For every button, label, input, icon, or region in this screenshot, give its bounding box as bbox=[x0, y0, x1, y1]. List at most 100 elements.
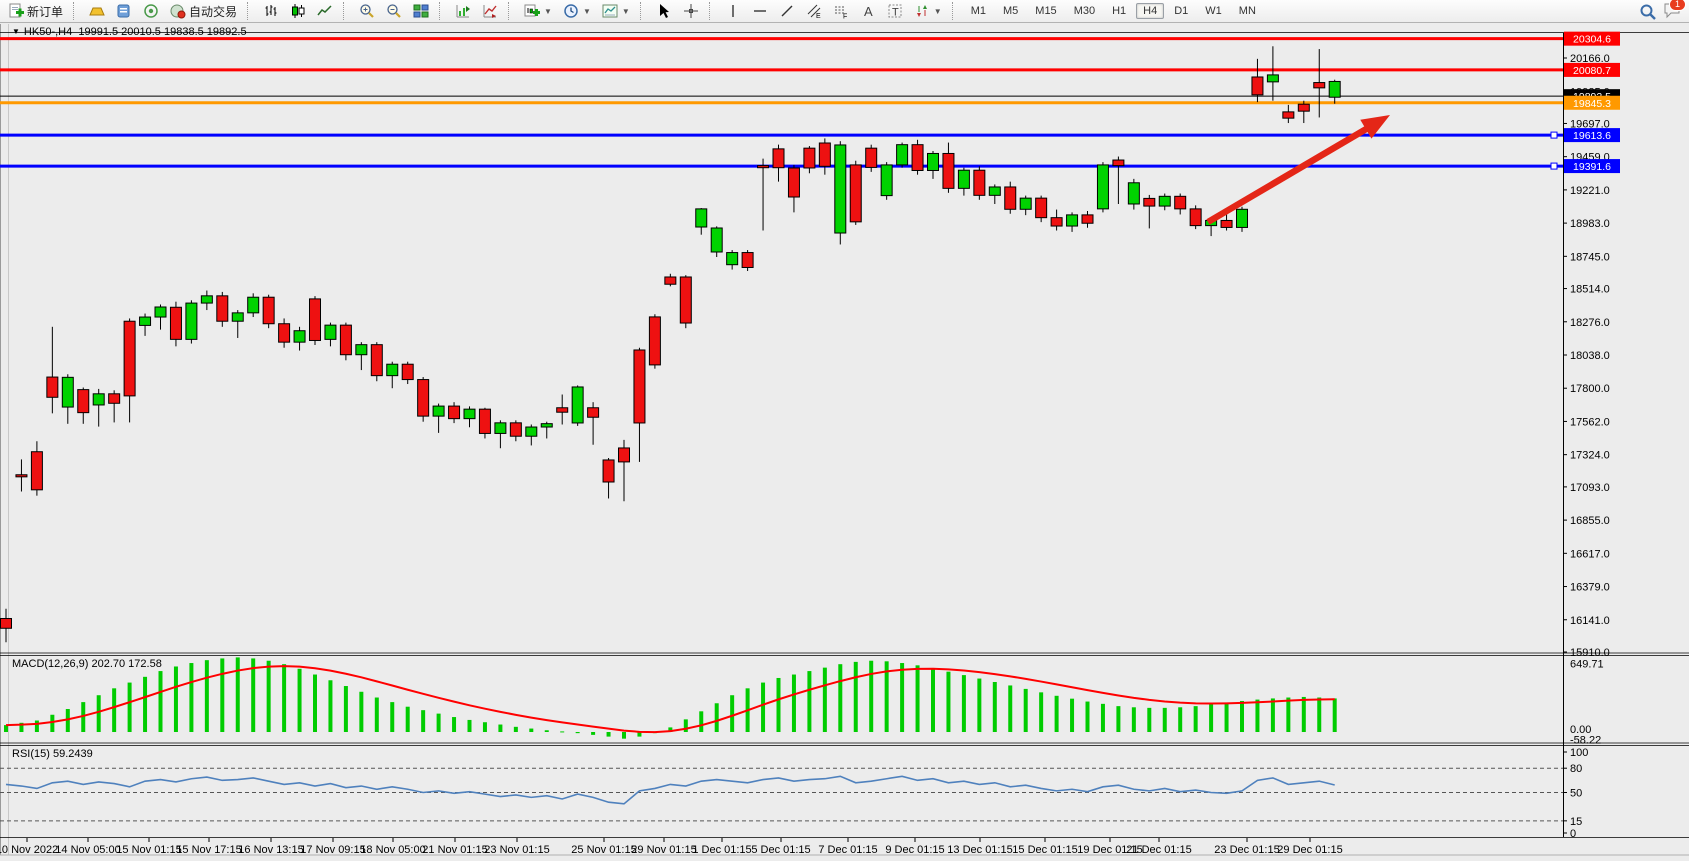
timeframe-w1[interactable]: W1 bbox=[1198, 3, 1229, 19]
chart-title[interactable]: ▼HK50-,H4 19991.5 20010.5 19838.5 19892.… bbox=[12, 26, 247, 38]
time-tick-label: 21 Dec 01:15 bbox=[1126, 844, 1191, 856]
macd-bar bbox=[591, 732, 595, 735]
candle bbox=[850, 161, 861, 225]
candle bbox=[217, 292, 228, 327]
line-handle[interactable] bbox=[1551, 132, 1557, 138]
vertical-line-tool[interactable] bbox=[721, 1, 745, 21]
periods-button[interactable]: ▼ bbox=[559, 1, 595, 21]
macd-bar bbox=[962, 675, 966, 732]
time-axis[interactable]: 10 Nov 202214 Nov 05:0015 Nov 01:1515 No… bbox=[0, 838, 1343, 856]
arrows-tool[interactable]: ▼ bbox=[910, 1, 946, 21]
timeframe-m1[interactable]: M1 bbox=[964, 3, 993, 19]
timeframe-m30[interactable]: M30 bbox=[1067, 3, 1102, 19]
candle bbox=[897, 143, 908, 168]
equidistant-channel-tool[interactable]: E bbox=[802, 1, 826, 21]
level-lines[interactable] bbox=[0, 39, 1563, 166]
candle bbox=[433, 404, 444, 433]
price-axis[interactable]: 20166.019925.019697.019459.019221.018983… bbox=[1563, 53, 1610, 659]
macd-bar bbox=[684, 719, 688, 732]
crosshair-tool[interactable] bbox=[679, 1, 703, 21]
equidistant-channel-icon: E bbox=[806, 3, 822, 19]
macd-bar bbox=[529, 729, 533, 732]
line-chart-icon bbox=[317, 3, 333, 19]
text-tool[interactable]: A bbox=[856, 1, 880, 21]
text-label-tool[interactable]: T bbox=[883, 1, 907, 21]
chevron-down-icon: ▼ bbox=[12, 27, 20, 36]
time-tick-label: 21 Nov 01:15 bbox=[422, 844, 487, 856]
candle bbox=[248, 293, 259, 317]
candle bbox=[835, 141, 846, 244]
template-icon bbox=[602, 3, 618, 19]
zoom-out-button[interactable] bbox=[382, 1, 406, 21]
bars-chart-button[interactable] bbox=[259, 1, 283, 21]
chart-canvas[interactable]: 20166.019925.019697.019459.019221.018983… bbox=[0, 24, 1689, 861]
candles-chart-button[interactable] bbox=[286, 1, 310, 21]
macd-bar bbox=[900, 663, 904, 732]
macd-bar bbox=[838, 664, 842, 732]
macd-bar bbox=[977, 679, 981, 732]
macd-bar bbox=[916, 665, 920, 732]
autotrade-button[interactable]: 自动交易 bbox=[166, 1, 241, 22]
candle bbox=[495, 420, 506, 448]
candle bbox=[263, 295, 274, 328]
horizontal-line-icon bbox=[752, 3, 768, 19]
candle bbox=[1329, 80, 1340, 104]
timeframe-m15[interactable]: M15 bbox=[1028, 3, 1063, 19]
candle bbox=[727, 250, 738, 270]
chat-button[interactable]: 1 bbox=[1663, 2, 1679, 21]
price-tick-label: 19221.0 bbox=[1570, 185, 1610, 197]
rsi-level-label: 15 bbox=[1570, 816, 1582, 828]
indicators-button[interactable] bbox=[451, 1, 475, 21]
chart-ohlc-values: 19991.5 20010.5 19838.5 19892.5 bbox=[78, 26, 246, 38]
timeframe-mn[interactable]: MN bbox=[1232, 3, 1263, 19]
text-icon: A bbox=[860, 3, 876, 19]
trendline-tool[interactable] bbox=[775, 1, 799, 21]
zoom-in-button[interactable] bbox=[355, 1, 379, 21]
line-handle[interactable] bbox=[1551, 163, 1557, 169]
candle bbox=[140, 314, 151, 336]
candle bbox=[958, 168, 969, 196]
macd-bar bbox=[946, 672, 950, 732]
candle bbox=[788, 165, 799, 212]
search-icon[interactable] bbox=[1639, 3, 1655, 19]
templates-button[interactable]: ▼ bbox=[598, 1, 634, 21]
autotrade-icon bbox=[170, 3, 186, 19]
timeframe-m5[interactable]: M5 bbox=[996, 3, 1025, 19]
market-watch-button[interactable] bbox=[112, 1, 136, 21]
candle bbox=[109, 390, 120, 422]
cursor-tool[interactable] bbox=[652, 1, 676, 21]
timeframe-d1[interactable]: D1 bbox=[1167, 3, 1195, 19]
macd-bar bbox=[1333, 698, 1337, 732]
macd-bar bbox=[1286, 698, 1290, 732]
autotrade-label: 自动交易 bbox=[189, 3, 237, 20]
horizontal-line-tool[interactable] bbox=[748, 1, 772, 21]
candle bbox=[649, 314, 660, 368]
signal-button[interactable] bbox=[139, 1, 163, 21]
separator bbox=[439, 2, 445, 20]
new-chart-button[interactable]: ▼ bbox=[520, 1, 556, 21]
macd-bar bbox=[251, 658, 255, 732]
chevron-down-icon: ▼ bbox=[544, 7, 552, 16]
trend-arrow[interactable] bbox=[1208, 115, 1390, 222]
candle bbox=[1097, 162, 1108, 212]
tile-windows-button[interactable] bbox=[409, 1, 433, 21]
macd-bar bbox=[761, 683, 765, 732]
indicator-list-button[interactable] bbox=[478, 1, 502, 21]
time-tick-label: 29 Dec 01:15 bbox=[1277, 844, 1342, 856]
timeframe-h4[interactable]: H4 bbox=[1136, 3, 1164, 19]
crosshair-icon bbox=[683, 3, 699, 19]
gold-button[interactable] bbox=[85, 1, 109, 21]
fibonacci-tool[interactable]: F bbox=[829, 1, 853, 21]
candle bbox=[402, 362, 413, 384]
line-chart-button[interactable] bbox=[313, 1, 337, 21]
time-tick-label: 15 Dec 01:15 bbox=[1012, 844, 1077, 856]
macd-bar bbox=[869, 661, 873, 732]
timeframe-h1[interactable]: H1 bbox=[1105, 3, 1133, 19]
candle bbox=[1036, 196, 1047, 223]
candle bbox=[665, 274, 676, 287]
svg-text:19845.3: 19845.3 bbox=[1573, 98, 1611, 110]
candle bbox=[16, 459, 27, 491]
new-order-button[interactable]: 新订单 bbox=[4, 1, 67, 22]
macd-bar bbox=[390, 702, 394, 732]
macd-bar bbox=[4, 725, 8, 732]
